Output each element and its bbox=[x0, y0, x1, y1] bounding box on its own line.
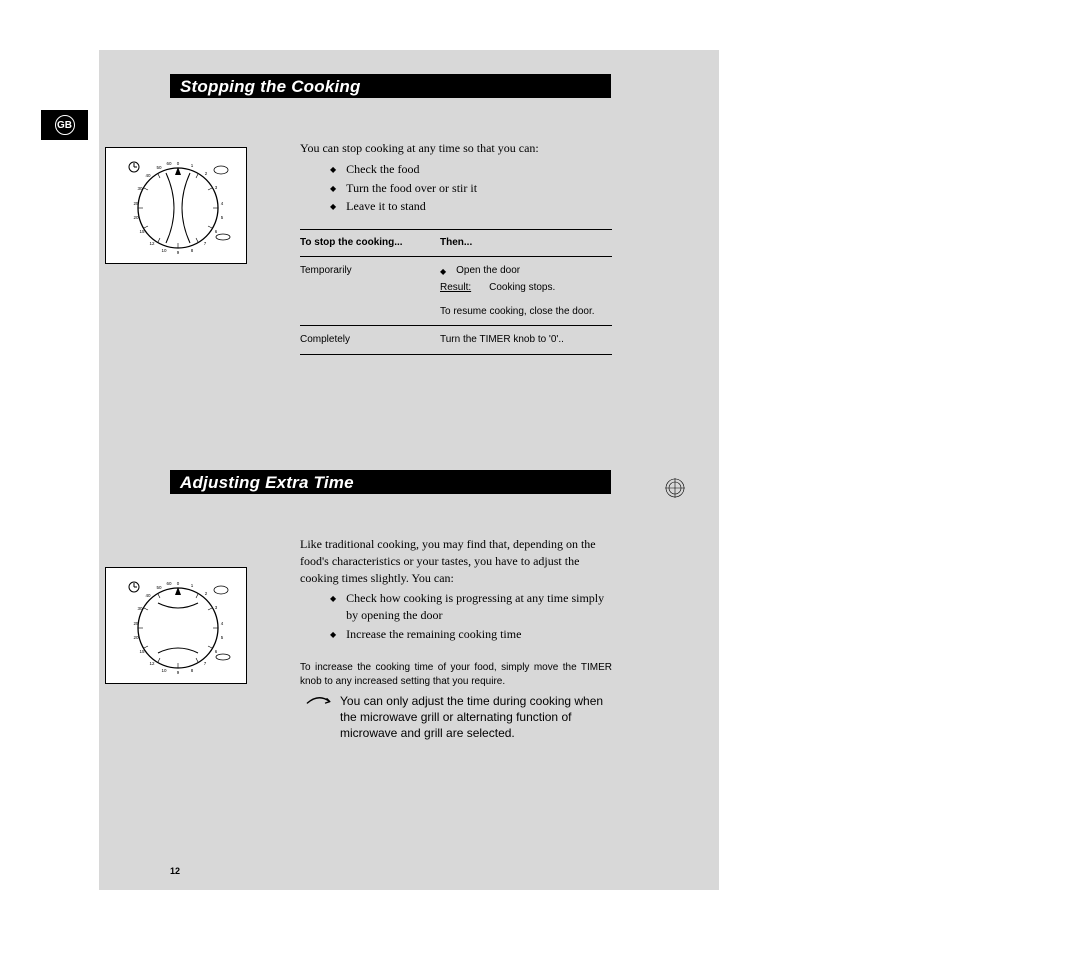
bullet-text: Turn the food over or stir it bbox=[346, 180, 477, 197]
svg-text:60: 60 bbox=[166, 161, 172, 166]
svg-text:2: 2 bbox=[205, 591, 208, 596]
timer-dial-illustration-1: 0 1 2 3 4 5 6 7 8 9 10 12 15 20 25 30 40… bbox=[105, 147, 247, 264]
section-2-content: Like traditional cooking, you may find t… bbox=[300, 536, 612, 689]
svg-text:20: 20 bbox=[133, 635, 139, 640]
bullet-text: Leave it to stand bbox=[346, 198, 426, 215]
svg-text:15: 15 bbox=[139, 649, 145, 654]
note-text: You can only adjust the time during cook… bbox=[340, 693, 612, 742]
section-1-heading-text: Stopping the Cooking bbox=[172, 76, 609, 97]
svg-text:0: 0 bbox=[177, 581, 180, 586]
section-1-bullets: ◆ Check the food ◆ Turn the food over or s… bbox=[330, 161, 612, 215]
diamond-icon: ◆ bbox=[330, 201, 336, 212]
dial-svg: 0 1 2 3 4 5 6 7 8 9 10 12 15 20 25 30 40… bbox=[116, 153, 236, 258]
note-arrow-icon bbox=[300, 693, 340, 742]
svg-text:8: 8 bbox=[191, 668, 194, 673]
svg-text:25: 25 bbox=[133, 621, 139, 626]
section-2-bullets: ◆ Check how cooking is progressing at any… bbox=[330, 590, 612, 642]
note-block: You can only adjust the time during cook… bbox=[300, 693, 612, 742]
svg-text:1: 1 bbox=[191, 163, 194, 168]
svg-text:10: 10 bbox=[161, 668, 167, 673]
svg-text:1: 1 bbox=[191, 583, 194, 588]
svg-text:2: 2 bbox=[205, 171, 208, 176]
section-1-heading: Stopping the Cooking bbox=[170, 74, 611, 98]
table-row2-col2: Turn the TIMER knob to '0'.. bbox=[440, 333, 612, 347]
table-row1-bullet: Open the door bbox=[456, 264, 520, 278]
svg-text:7: 7 bbox=[204, 661, 207, 666]
svg-text:30: 30 bbox=[137, 186, 143, 191]
svg-text:5: 5 bbox=[221, 215, 224, 220]
svg-text:10: 10 bbox=[161, 248, 167, 253]
svg-text:4: 4 bbox=[221, 201, 224, 206]
section-2-intro: Like traditional cooking, you may find t… bbox=[300, 536, 612, 586]
svg-text:25: 25 bbox=[133, 201, 139, 206]
svg-text:50: 50 bbox=[156, 585, 162, 590]
page-number: 12 bbox=[170, 866, 180, 876]
section-2-heading: Adjusting Extra Time bbox=[170, 470, 611, 494]
svg-text:5: 5 bbox=[221, 635, 224, 640]
bullet-text: Increase the remaining cooking time bbox=[346, 626, 521, 643]
diamond-icon: ◆ bbox=[330, 164, 336, 175]
section-2-heading-text: Adjusting Extra Time bbox=[172, 472, 609, 493]
svg-text:4: 4 bbox=[221, 621, 224, 626]
region-badge: GB bbox=[41, 110, 88, 140]
dial-svg: 0 1 2 3 4 5 6 7 8 9 10 12 15 20 25 30 40… bbox=[116, 573, 236, 678]
svg-text:30: 30 bbox=[137, 606, 143, 611]
diamond-icon: ◆ bbox=[330, 593, 336, 604]
registration-mark-icon bbox=[665, 478, 685, 503]
table-head-1: To stop the cooking... bbox=[300, 236, 440, 250]
svg-text:0: 0 bbox=[177, 161, 180, 166]
svg-text:20: 20 bbox=[133, 215, 139, 220]
section-1-intro: You can stop cooking at any time so that… bbox=[300, 140, 612, 157]
section-1-content: You can stop cooking at any time so that… bbox=[300, 140, 612, 358]
table-row2-col1: Completely bbox=[300, 333, 440, 347]
svg-text:6: 6 bbox=[215, 229, 218, 234]
diamond-icon: ◆ bbox=[440, 266, 446, 277]
svg-text:6: 6 bbox=[215, 649, 218, 654]
svg-text:12: 12 bbox=[149, 661, 155, 666]
svg-text:3: 3 bbox=[215, 605, 218, 610]
diamond-icon: ◆ bbox=[330, 629, 336, 640]
region-badge-text: GB bbox=[55, 115, 75, 135]
section-2-tip: To increase the cooking time of your foo… bbox=[300, 661, 612, 689]
timer-dial-illustration-2: 0 1 2 3 4 5 6 7 8 9 10 12 15 20 25 30 40… bbox=[105, 567, 247, 684]
svg-text:9: 9 bbox=[177, 250, 180, 255]
table-head-2: Then... bbox=[440, 236, 612, 250]
svg-text:7: 7 bbox=[204, 241, 207, 246]
svg-text:40: 40 bbox=[145, 173, 151, 178]
svg-text:3: 3 bbox=[215, 185, 218, 190]
stop-cooking-table: To stop the cooking... Then... Temporari… bbox=[300, 229, 612, 355]
bullet-text: Check the food bbox=[346, 161, 419, 178]
bullet-text: Check how cooking is progressing at any … bbox=[346, 590, 612, 624]
svg-text:40: 40 bbox=[145, 593, 151, 598]
svg-text:9: 9 bbox=[177, 670, 180, 675]
resume-text: To resume cooking, close the door. bbox=[440, 305, 612, 319]
svg-text:8: 8 bbox=[191, 248, 194, 253]
table-row1-col1: Temporarily bbox=[300, 264, 440, 319]
svg-text:50: 50 bbox=[156, 165, 162, 170]
svg-text:60: 60 bbox=[166, 581, 172, 586]
diamond-icon: ◆ bbox=[330, 183, 336, 194]
result-text: Cooking stops. bbox=[489, 281, 555, 295]
svg-text:15: 15 bbox=[139, 229, 145, 234]
svg-text:12: 12 bbox=[149, 241, 155, 246]
result-label: Result: bbox=[440, 281, 471, 295]
